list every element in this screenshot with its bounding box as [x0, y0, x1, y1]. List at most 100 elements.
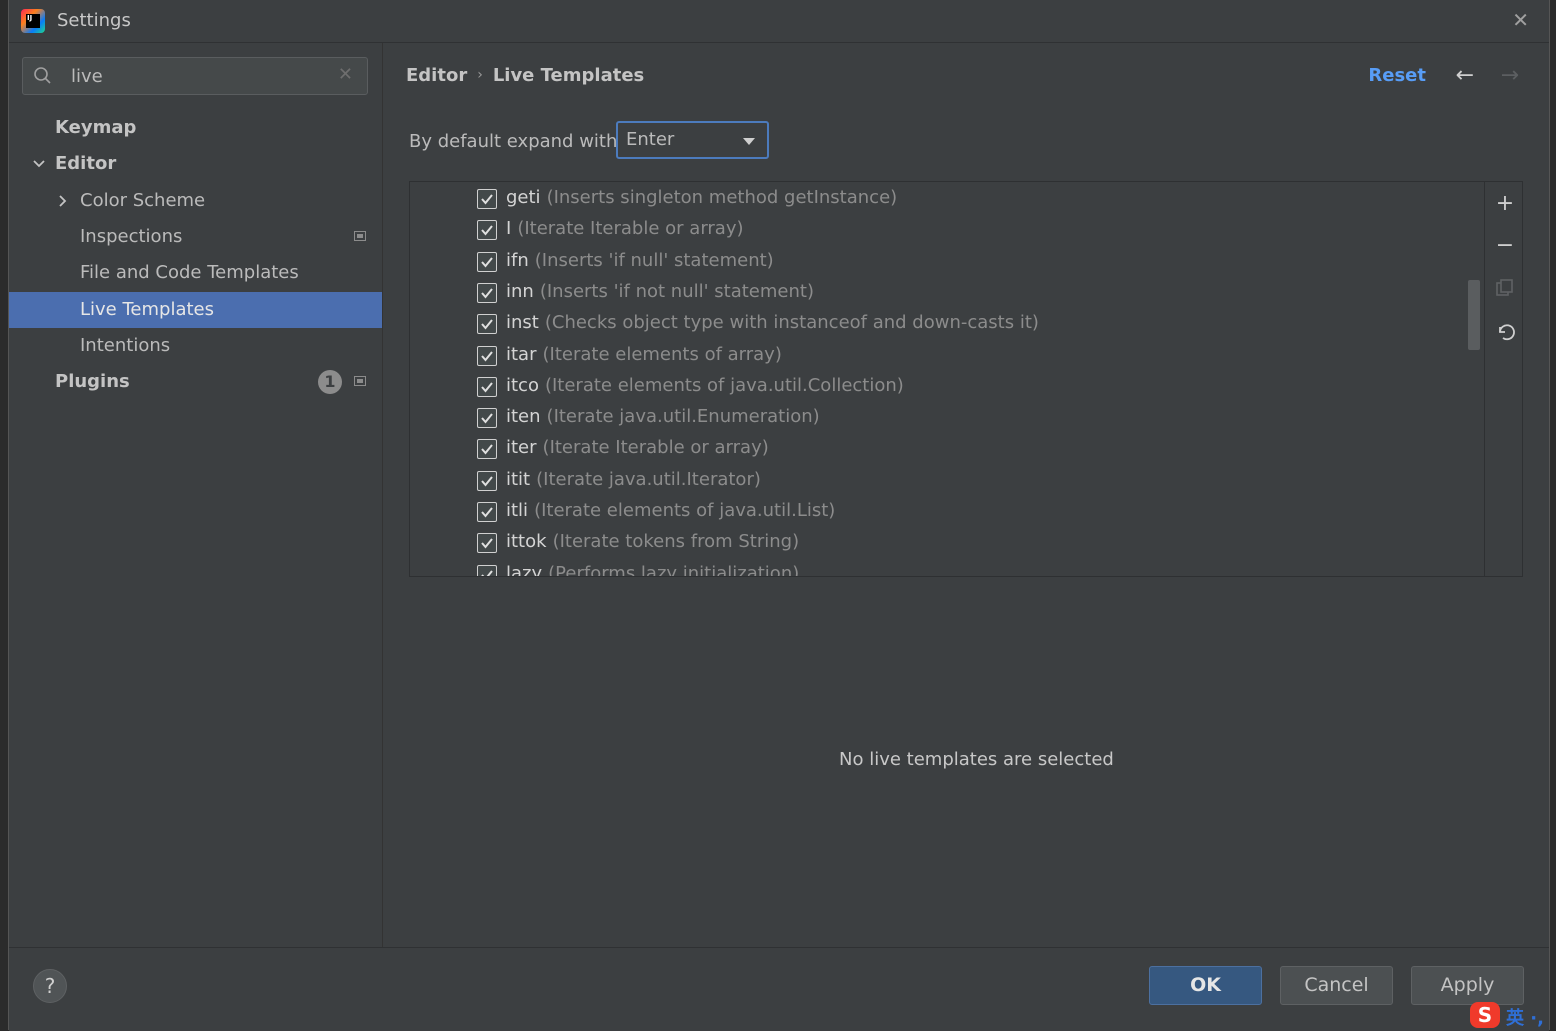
project-settings-icon: [354, 231, 366, 241]
sidebar-item-plugins[interactable]: Plugins 1: [9, 365, 382, 399]
checkmark-icon: [481, 413, 493, 424]
template-abbreviation: itli (Iterate elements of java.util.List): [506, 500, 835, 521]
template-abbr-text: iten: [506, 406, 541, 428]
template-checkbox[interactable]: [477, 408, 497, 429]
breadcrumb-separator-icon: ›: [477, 67, 483, 83]
live-templates-list: geti (Inserts singleton method getInstanc…: [409, 181, 1523, 577]
template-checkbox[interactable]: [477, 439, 497, 460]
intellij-logo-icon: IJ: [21, 9, 45, 33]
remove-minus-icon[interactable]: −: [1494, 235, 1516, 257]
ok-button[interactable]: OK: [1149, 966, 1262, 1005]
template-description: (Inserts 'if null' statement): [534, 249, 774, 271]
template-checkbox[interactable]: [477, 314, 497, 335]
cancel-button[interactable]: Cancel: [1280, 966, 1393, 1005]
template-abbr-text: itli: [506, 500, 529, 521]
list-toolbar: + −: [1484, 182, 1522, 576]
template-abbreviation: geti (Inserts singleton method getInstanc…: [506, 187, 897, 208]
checkmark-icon: [481, 476, 493, 487]
template-checkbox[interactable]: [477, 470, 497, 491]
template-checkbox[interactable]: [477, 189, 497, 209]
sidebar-item-intentions[interactable]: Intentions: [9, 329, 382, 363]
expand-with-value: Enter: [626, 129, 675, 150]
window-title: Settings: [57, 10, 131, 31]
settings-search-input[interactable]: [71, 64, 331, 88]
breadcrumb-editor[interactable]: Editor: [406, 65, 467, 86]
title-bar: IJ Settings ✕: [9, 0, 1549, 43]
template-checkbox[interactable]: [477, 533, 497, 554]
sidebar-item-label: Keymap: [55, 117, 137, 138]
template-abbr-text: inn: [506, 280, 534, 302]
template-checkbox[interactable]: [477, 564, 497, 576]
sidebar-item-live-templates[interactable]: Live Templates: [9, 292, 382, 328]
reset-link[interactable]: Reset: [1368, 65, 1426, 86]
template-abbreviation: itar (Iterate elements of array): [506, 344, 782, 365]
checkmark-icon: [481, 538, 493, 549]
checkmark-icon: [481, 444, 493, 455]
template-abbr-text: geti: [506, 187, 541, 208]
sidebar-item-file-and-code-templates[interactable]: File and Code Templates: [9, 256, 382, 290]
vertical-scrollbar[interactable]: [1468, 280, 1480, 350]
chevron-right-icon[interactable]: [55, 193, 71, 209]
dropdown-arrow-icon: [743, 138, 755, 145]
template-abbr-text: lazy: [506, 562, 543, 576]
template-abbreviation: iten (Iterate java.util.Enumeration): [506, 406, 820, 427]
template-checkbox[interactable]: [477, 282, 497, 303]
dialog-footer: ? OK Cancel Apply: [9, 947, 1549, 1031]
template-description: (Iterate elements of java.util.List): [534, 500, 836, 521]
sidebar-item-label: Editor: [55, 153, 117, 174]
settings-dialog: IJ Settings ✕ ✕ Keymap Editor Color S: [8, 0, 1550, 1031]
sidebar-item-inspections[interactable]: Inspections: [9, 220, 382, 254]
breadcrumb-live-templates: Live Templates: [492, 65, 645, 86]
template-description: (Iterate elements of array): [542, 343, 782, 365]
arrow-right-icon: →: [1500, 63, 1519, 88]
breadcrumb: Editor › Live Templates: [406, 65, 644, 86]
template-checkbox[interactable]: [477, 345, 497, 366]
template-checkbox[interactable]: [477, 376, 497, 397]
template-abbreviation: ifn (Inserts 'if null' statement): [506, 250, 774, 271]
template-description: (Iterate java.util.Enumeration): [546, 406, 820, 428]
sidebar-item-label: Color Scheme: [80, 190, 206, 211]
sidebar-item-editor[interactable]: Editor: [9, 147, 382, 181]
search-icon[interactable]: [33, 66, 53, 86]
sidebar-item-label: Plugins: [55, 371, 130, 392]
sogou-logo-icon: S: [1470, 1002, 1500, 1028]
sidebar-item-label: Inspections: [80, 226, 183, 247]
template-abbr-text: iter: [506, 437, 537, 459]
sidebar-item-keymap[interactable]: Keymap: [9, 111, 382, 145]
template-description: (Iterate Iterable or array): [517, 218, 744, 240]
arrow-left-icon[interactable]: ←: [1456, 63, 1474, 88]
template-description: (Iterate Iterable or array): [542, 437, 769, 459]
checkmark-icon: [481, 225, 493, 236]
sidebar-item-label: File and Code Templates: [80, 262, 299, 283]
settings-main-panel: Editor › Live Templates Reset ← → By defau…: [383, 43, 1549, 947]
template-checkbox[interactable]: [477, 220, 497, 241]
undo-icon[interactable]: [1494, 321, 1516, 343]
template-abbreviation: itco (Iterate elements of java.util.Colle…: [506, 375, 904, 396]
clear-search-icon[interactable]: ✕: [338, 64, 353, 85]
template-abbr-text: ifn: [506, 249, 529, 271]
expand-with-dropdown[interactable]: Enter: [616, 121, 769, 159]
no-selection-message: No live templates are selected: [839, 749, 1114, 770]
plugins-update-count-badge: 1: [318, 370, 342, 394]
template-abbr-text: itit: [506, 468, 531, 490]
template-checkbox[interactable]: [477, 502, 497, 522]
sidebar-item-label: Live Templates: [80, 299, 214, 320]
sidebar-item-color-scheme[interactable]: Color Scheme: [9, 184, 382, 218]
input-method-indicator[interactable]: S 英 ·,: [1466, 1000, 1556, 1030]
templates-scroll-area[interactable]: geti (Inserts singleton method getInstanc…: [410, 182, 1484, 576]
template-abbr-text: I: [506, 218, 512, 240]
chevron-down-icon[interactable]: [31, 156, 47, 172]
template-checkbox[interactable]: [477, 251, 497, 272]
template-abbreviation: itit (Iterate java.util.Iterator): [506, 469, 761, 490]
add-plus-icon[interactable]: +: [1494, 193, 1516, 215]
template-abbr-text: itar: [506, 343, 537, 365]
settings-sidebar: ✕ Keymap Editor Color Scheme Inspections…: [9, 43, 383, 947]
ime-mode-text: 英 ·,: [1506, 1008, 1544, 1029]
sidebar-item-label: Intentions: [80, 335, 171, 356]
checkmark-icon: [481, 382, 493, 393]
close-button[interactable]: ✕: [1512, 8, 1529, 32]
checkmark-icon: [481, 350, 493, 362]
template-abbreviation: iter (Iterate Iterable or array): [506, 437, 769, 458]
help-button[interactable]: ?: [33, 969, 67, 1003]
checkmark-icon: [481, 507, 493, 518]
